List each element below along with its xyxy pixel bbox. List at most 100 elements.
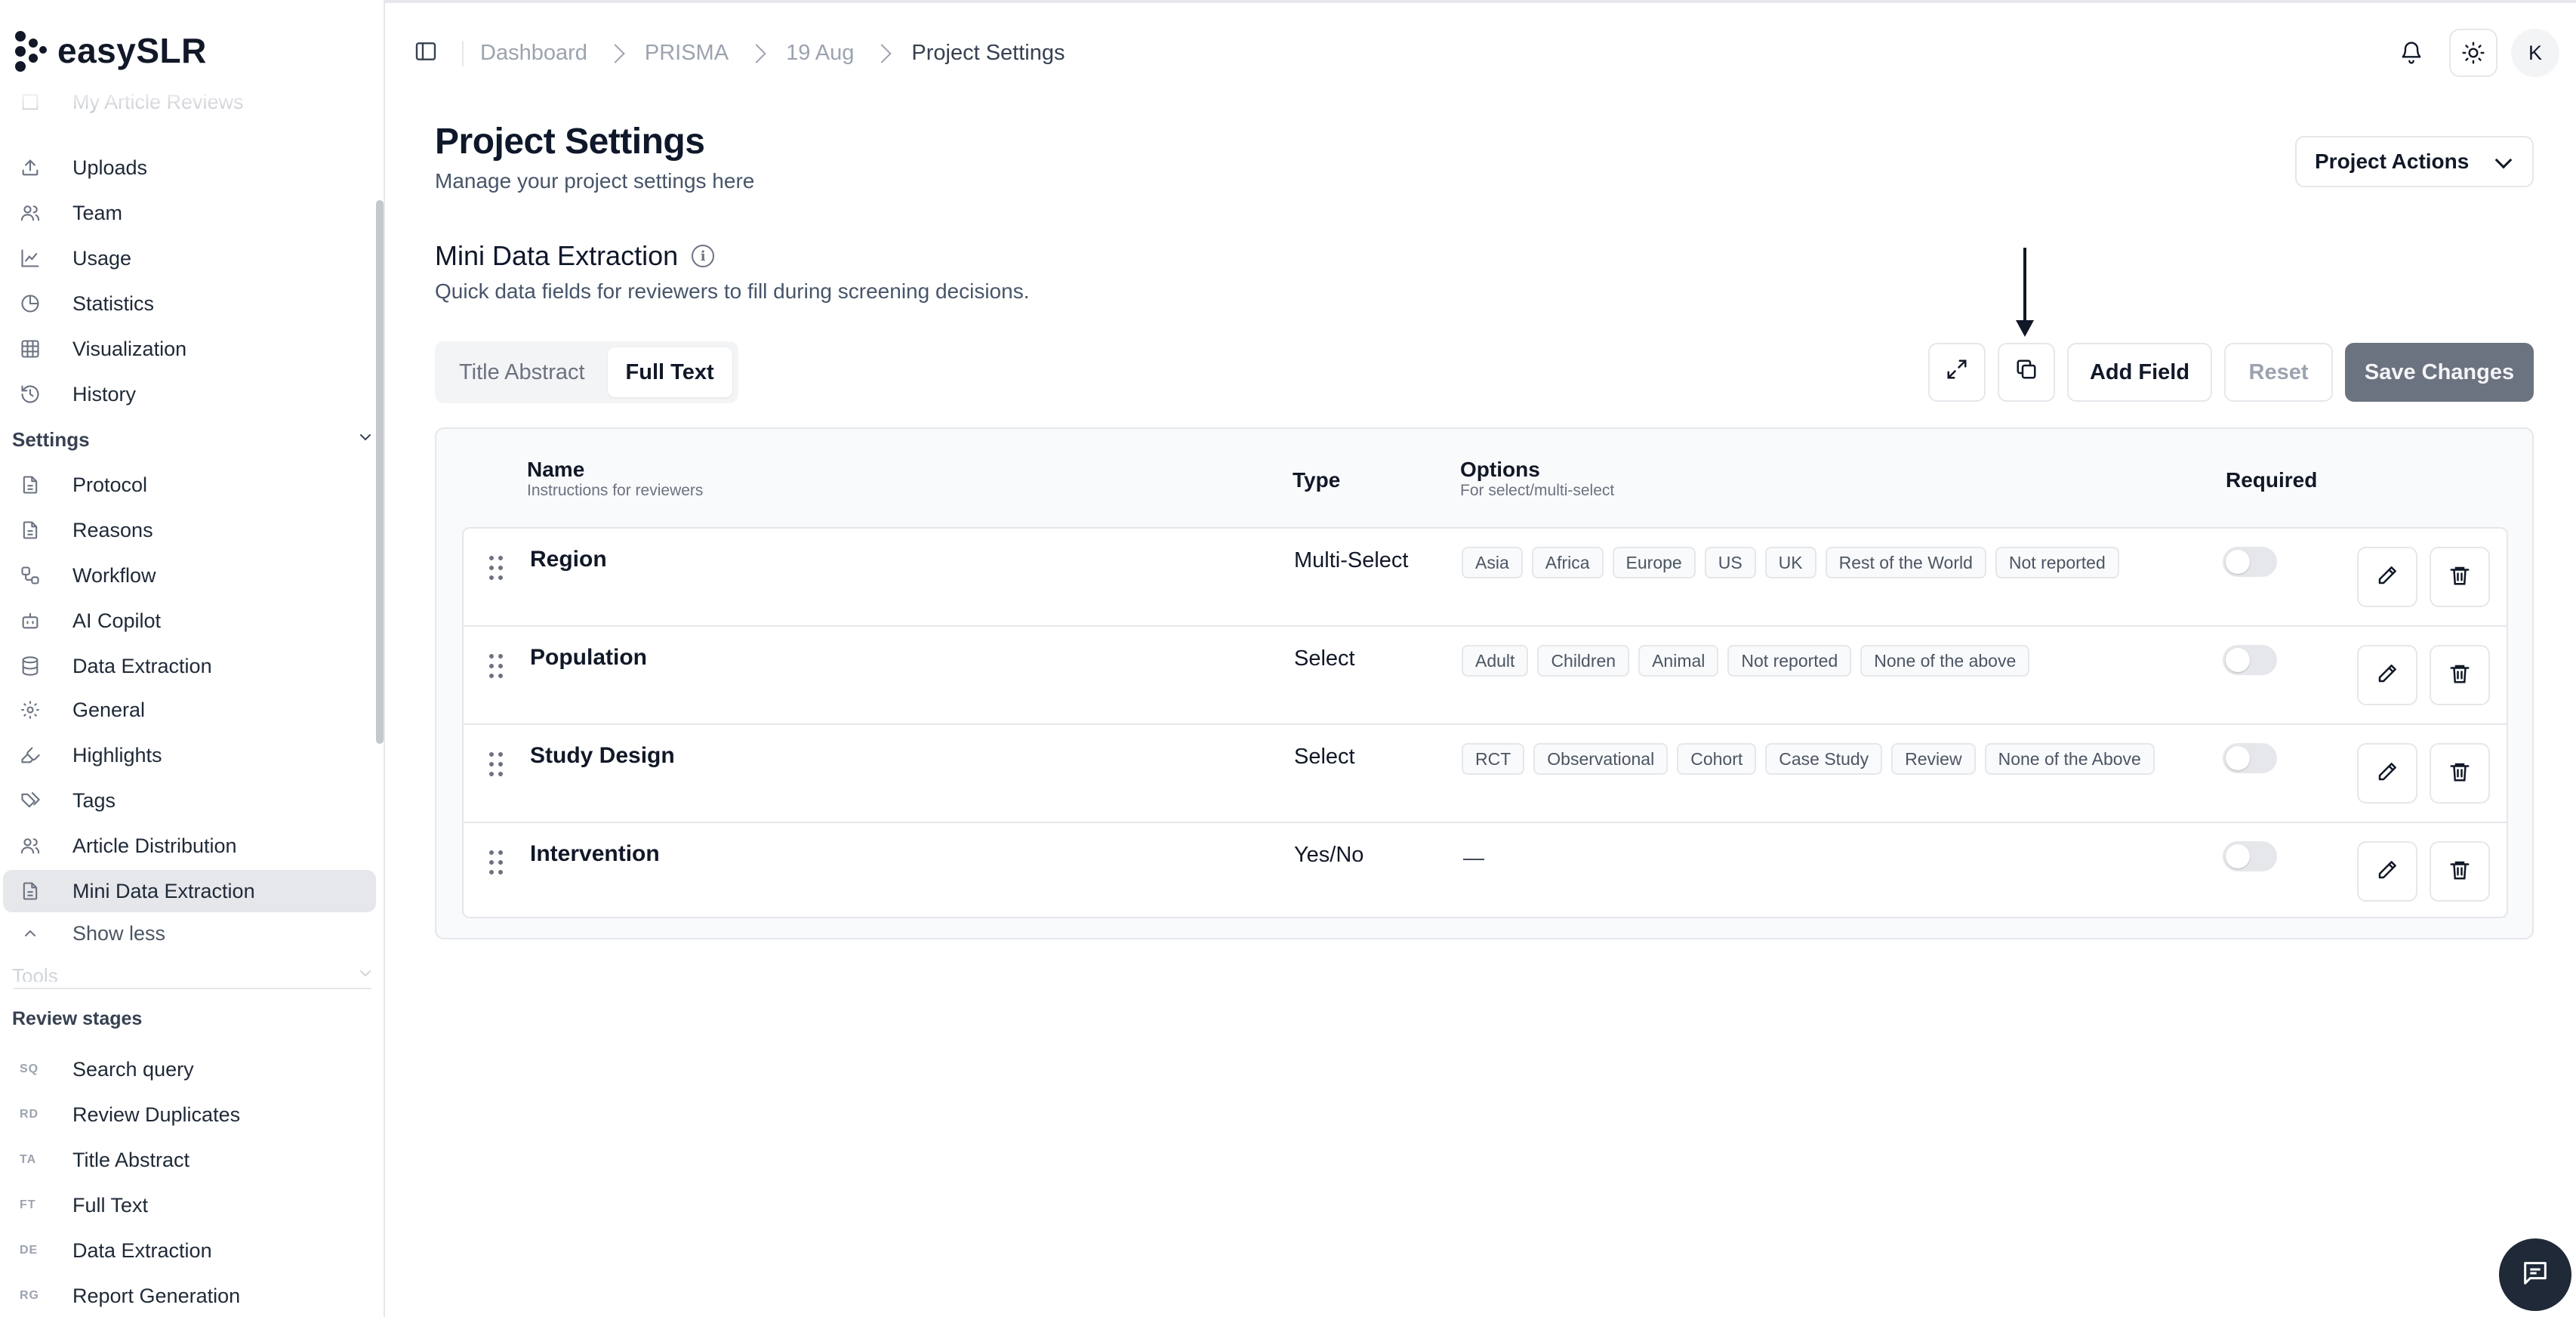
stage-tabs: Title Abstract Full Text [435, 341, 738, 403]
grid-icon [18, 337, 42, 361]
breadcrumb-date[interactable]: 19 Aug [778, 41, 861, 66]
page-title: Project Settings [435, 122, 705, 162]
breadcrumb-divider [462, 41, 464, 66]
bell-icon[interactable] [2387, 29, 2436, 77]
stage-data-extraction[interactable]: DE Data Extraction [0, 1229, 377, 1272]
sidebar-toggle-icon[interactable] [414, 39, 441, 66]
edit-button[interactable] [2357, 645, 2417, 705]
settings-section-toggle[interactable]: Settings [12, 418, 374, 461]
field-options: Adult Children Animal Not reported None … [1462, 645, 2030, 677]
option-chip: None of the above [1860, 645, 2030, 677]
expand-icon [1946, 358, 1968, 387]
column-header-required: Required [2226, 468, 2318, 492]
pencil-icon [2376, 662, 2399, 689]
info-icon[interactable]: i [692, 245, 715, 267]
theme-toggle-sun-icon[interactable] [2449, 29, 2497, 77]
stage-report-generation[interactable]: RG Report Generation [0, 1275, 377, 1317]
delete-button[interactable] [2430, 547, 2490, 607]
option-chip: None of the Above [1984, 743, 2155, 775]
sidebar-item-highlights[interactable]: Highlights [0, 734, 377, 776]
stage-review-duplicates[interactable]: RD Review Duplicates [0, 1093, 377, 1136]
edit-button[interactable] [2357, 547, 2417, 607]
file-icon [18, 90, 42, 114]
sidebar-item-ai-copilot[interactable]: AI Copilot [0, 600, 377, 642]
copy-button[interactable] [1998, 343, 2055, 402]
sidebar-item-history[interactable]: History [0, 373, 377, 415]
users-icon [18, 834, 42, 858]
gear-icon [18, 698, 42, 722]
drag-handle-icon[interactable] [489, 556, 506, 583]
top-bar: Dashboard PRISMA 19 Aug Project Settings [387, 3, 2576, 101]
add-field-button[interactable]: Add Field [2067, 343, 2212, 402]
chevron-down-icon [2494, 151, 2513, 169]
required-toggle[interactable] [2223, 841, 2277, 871]
sidebar-item-data-extraction[interactable]: Data Extraction [0, 645, 377, 687]
sidebar-item-tags[interactable]: Tags [0, 779, 377, 822]
review-stages-title: Review stages [12, 1008, 143, 1029]
column-header-options-sub: For select/multi-select [1460, 482, 1615, 499]
pencil-icon [2376, 859, 2399, 885]
stage-title-abstract[interactable]: TA Title Abstract [0, 1139, 377, 1181]
option-chip: Adult [1462, 645, 1529, 677]
field-type: Select [1294, 646, 1355, 671]
expand-button[interactable] [1928, 343, 1986, 402]
breadcrumb-dashboard[interactable]: Dashboard [473, 41, 595, 66]
drag-handle-icon[interactable] [489, 752, 506, 779]
sidebar-item-statistics[interactable]: Statistics [0, 282, 377, 325]
bot-icon [18, 609, 42, 633]
option-chip: US [1704, 547, 1756, 578]
column-header-name: Name [527, 458, 585, 481]
sidebar-item-general[interactable]: General [0, 689, 377, 731]
sidebar-item-article-distribution[interactable]: Article Distribution [0, 825, 377, 867]
sidebar-item-team[interactable]: Team [0, 192, 377, 234]
delete-button[interactable] [2430, 645, 2490, 705]
sidebar-item-mini-data-extraction[interactable]: Mini Data Extraction [3, 870, 376, 912]
edit-button[interactable] [2357, 841, 2417, 902]
reset-button[interactable]: Reset [2224, 343, 2333, 402]
column-header-type: Type [1293, 468, 1341, 492]
option-chip: Not reported [1727, 645, 1852, 677]
trash-icon [2448, 859, 2471, 885]
fields-list: Region Multi-Select Asia Africa Europe U… [462, 527, 2508, 918]
tools-section-toggle[interactable]: Tools [12, 955, 374, 982]
required-toggle[interactable] [2223, 547, 2277, 577]
app-logo[interactable]: easySLR [14, 29, 207, 72]
sidebar-item-uploads[interactable]: Uploads [0, 147, 377, 189]
copy-icon [2015, 358, 2038, 387]
trash-icon [2448, 760, 2471, 787]
project-actions-dropdown[interactable]: Project Actions [2295, 136, 2534, 187]
required-toggle[interactable] [2223, 645, 2277, 675]
breadcrumb-prisma[interactable]: PRISMA [637, 41, 736, 66]
stage-full-text[interactable]: FT Full Text [0, 1184, 377, 1226]
delete-button[interactable] [2430, 743, 2490, 803]
sidebar-item-protocol[interactable]: Protocol [0, 464, 377, 506]
sidebar-item-usage[interactable]: Usage [0, 237, 377, 279]
tab-title-abstract[interactable]: Title Abstract [441, 347, 603, 397]
sidebar-item-workflow[interactable]: Workflow [0, 554, 377, 597]
delete-button[interactable] [2430, 841, 2490, 902]
file-icon [18, 879, 42, 903]
show-less-toggle[interactable]: Show less [0, 912, 377, 955]
drag-handle-icon[interactable] [489, 850, 506, 877]
field-name: Population [530, 645, 647, 670]
sidebar: easySLR My Article Reviews Uploads Team [0, 0, 385, 1317]
history-icon [18, 382, 42, 406]
sidebar-item-my-article-reviews[interactable]: My Article Reviews [0, 83, 377, 121]
sidebar-scrollbar[interactable] [376, 200, 384, 744]
option-chip: Children [1537, 645, 1630, 677]
chat-support-button[interactable] [2499, 1238, 2571, 1311]
sidebar-item-reasons[interactable]: Reasons [0, 509, 377, 551]
sidebar-nav[interactable]: My Article Reviews Uploads Team Usage St… [0, 83, 377, 982]
avatar[interactable]: K [2511, 29, 2559, 77]
stage-search-query[interactable]: SQ Search query [0, 1048, 377, 1090]
option-chip: Animal [1638, 645, 1719, 677]
save-changes-button[interactable]: Save Changes [2345, 343, 2534, 402]
required-toggle[interactable] [2223, 743, 2277, 773]
sidebar-item-visualization[interactable]: Visualization [0, 328, 377, 370]
drag-handle-icon[interactable] [489, 654, 506, 681]
tab-full-text[interactable]: Full Text [607, 347, 732, 397]
field-type: Select [1294, 745, 1355, 769]
edit-button[interactable] [2357, 743, 2417, 803]
option-chip: Not reported [1995, 547, 2119, 578]
chat-icon [2520, 1258, 2550, 1292]
